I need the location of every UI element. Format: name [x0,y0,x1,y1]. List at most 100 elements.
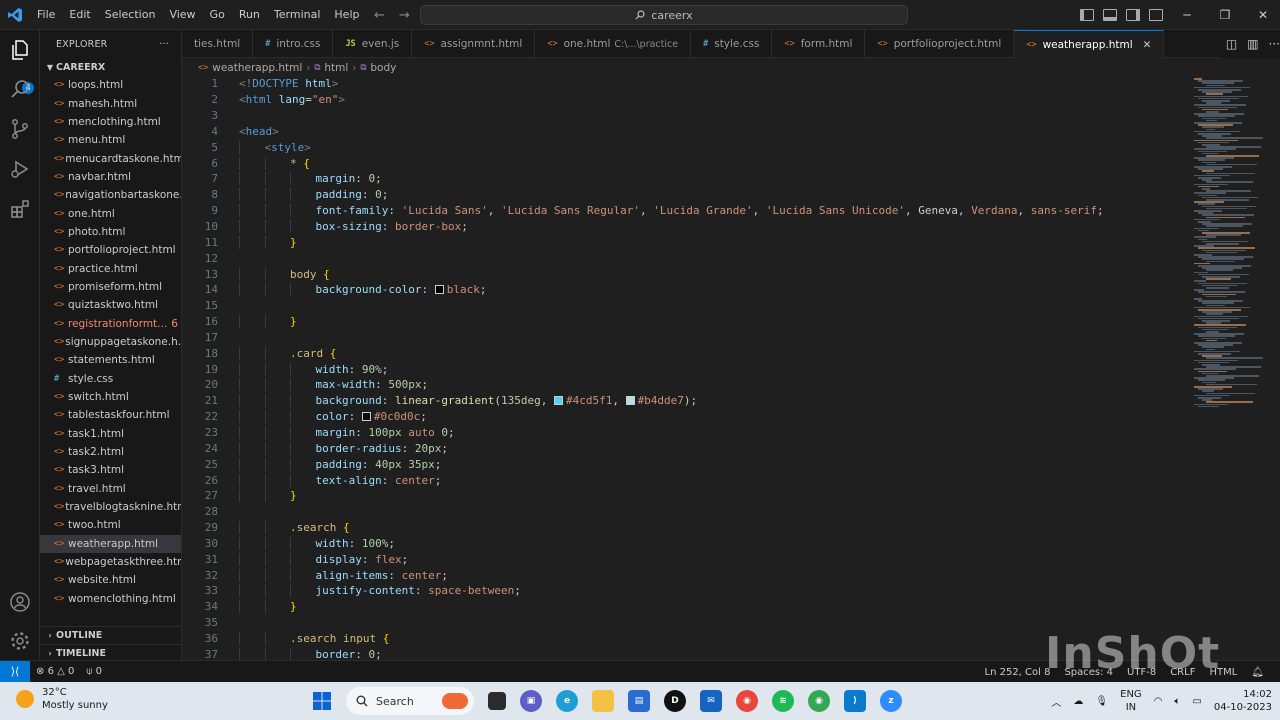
language-mode[interactable]: HTML [1203,667,1243,678]
encoding[interactable]: UTF-8 [1121,667,1162,678]
extensions-icon[interactable] [8,197,32,221]
file-item[interactable]: <> travel.html [40,480,181,498]
teams-icon[interactable]: ▣ [520,690,542,712]
file-item[interactable]: <> weatherapp.html [40,534,181,553]
settings-gear-icon[interactable] [8,629,32,653]
file-item[interactable]: # style.css [40,370,181,388]
file-item[interactable]: <> task2.html [40,443,181,461]
chrome-icon[interactable]: ◉ [736,690,758,712]
tab-assignmnt-html[interactable]: <> assignmnt.html [412,30,536,58]
restore-icon[interactable]: ❐ [1206,8,1244,22]
problems-indicator[interactable]: ⊗ 6 △ 0 [30,666,80,677]
explorer-icon[interactable] [8,38,32,62]
file-item[interactable]: <> statements.html [40,351,181,369]
file-item[interactable]: <> navbar.html [40,168,181,186]
windows-start-icon[interactable] [312,691,332,711]
menu-run[interactable]: Run [232,0,267,30]
back-arrow-icon[interactable]: ← [374,8,385,23]
command-center[interactable]: careerx [420,5,908,25]
breadcrumb-item[interactable]: weatherapp.html [212,62,302,74]
task-view-icon[interactable] [488,692,506,710]
more-editor-actions-icon[interactable]: ··· [1269,37,1280,51]
menu-selection[interactable]: Selection [98,0,163,30]
dell-icon[interactable]: D [664,690,686,712]
zoom-icon[interactable]: z [880,690,902,712]
file-item[interactable]: <> photo.html [40,223,181,241]
tab-intro-css[interactable]: # intro.css [253,30,334,58]
search-icon[interactable] [8,77,32,101]
split-editor-icon[interactable]: ▥ [1247,37,1258,51]
more-actions-icon[interactable]: ··· [159,39,169,50]
file-item[interactable]: <> promiseform.html [40,278,181,296]
outline-section[interactable]: › OUTLINE [40,626,181,644]
color-swatch[interactable] [361,412,371,422]
forward-arrow-icon[interactable]: → [399,8,410,23]
edge-icon[interactable]: e [556,690,578,712]
accounts-icon[interactable] [8,590,32,614]
tab-style-css[interactable]: # style.css [691,30,773,58]
microphone-icon[interactable]: 🎙︎ [1095,696,1108,707]
store-icon[interactable]: ▤ [628,690,650,712]
breadcrumb-item[interactable]: html [324,62,348,74]
spotify-icon[interactable]: ≋ [772,690,794,712]
taskbar-search[interactable]: Search [346,687,474,715]
tab-form-html[interactable]: <> form.html [772,30,866,58]
toggle-secondary-sidebar-icon[interactable] [1126,9,1140,21]
file-item[interactable]: <> travelblogtasknine.html [40,498,181,516]
end-of-line[interactable]: CRLF [1164,667,1201,678]
tab-ties-html[interactable]: ties.html [182,30,254,58]
color-swatch[interactable] [625,396,635,406]
file-explorer-icon[interactable] [592,690,614,712]
file-item[interactable]: <> mahesh.html [40,94,181,112]
toggle-sidebar-icon[interactable] [1080,9,1094,21]
file-item[interactable]: <> menclothing.html [40,113,181,131]
file-item[interactable]: <> one.html [40,204,181,222]
menu-help[interactable]: Help [327,0,366,30]
close-window-icon[interactable]: ✕ [1244,8,1280,22]
file-item[interactable]: <> menu.html [40,131,181,149]
file-item[interactable]: <> switch.html [40,388,181,406]
menu-view[interactable]: View [162,0,202,30]
vscode-taskbar-icon[interactable]: ⟩ [844,690,866,712]
language-indicator[interactable]: ENG IN [1120,688,1142,714]
file-item[interactable]: <> quiztasktwo.html [40,296,181,314]
close-tab-icon[interactable]: ✕ [1143,39,1152,51]
remote-indicator-icon[interactable]: ⟩⟨ [0,660,30,683]
timeline-section[interactable]: › TIMELINE [40,644,181,660]
minimize-icon[interactable]: ─ [1168,8,1206,22]
indentation[interactable]: Spaces: 4 [1058,667,1119,678]
file-item[interactable]: <> menucardtaskone.html [40,149,181,167]
minimap[interactable] [1192,76,1270,660]
open-preview-icon[interactable]: ◫ [1226,37,1237,51]
customize-layout-icon[interactable] [1149,9,1163,21]
chrome-profile-icon[interactable]: ◉ [808,690,830,712]
file-item[interactable]: <> portfolioproject.html [40,241,181,259]
menu-file[interactable]: File [30,0,62,30]
cursor-position[interactable]: Ln 252, Col 8 [979,667,1057,678]
ports-indicator[interactable]: ⍦ 0 [80,666,108,677]
menu-terminal[interactable]: Terminal [267,0,328,30]
tab-one-html[interactable]: <> one.html C:\...\practice [535,30,692,58]
file-item[interactable]: <> signuppagetaskone.h... [40,333,181,351]
clock[interactable]: 14:02 04-10-2023 [1214,688,1272,714]
file-item[interactable]: <> registrationformt... 6 [40,314,181,332]
weather-widget[interactable]: 32°C Mostly sunny [16,686,108,712]
toggle-panel-icon[interactable] [1103,9,1117,21]
file-item[interactable]: <> website.html [40,571,181,589]
menu-go[interactable]: Go [203,0,232,30]
source-control-icon[interactable] [8,117,32,141]
tab-even-js[interactable]: JS even.js [333,30,413,58]
file-item[interactable]: <> task1.html [40,425,181,443]
tab-portfolioproject-html[interactable]: <> portfolioproject.html [865,30,1015,58]
run-debug-icon[interactable] [8,157,32,181]
wifi-icon[interactable]: ◠ [1154,696,1163,707]
file-item[interactable]: <> loops.html [40,76,181,94]
battery-icon[interactable]: ▭ [1192,696,1201,707]
workspace-folder[interactable]: ▼ CAREERX [40,58,181,76]
volume-icon[interactable]: 🔈︎ [1174,696,1180,707]
mail-icon[interactable]: ✉ [700,690,722,712]
code-editor[interactable]: 1 <!DOCTYPE html> 2 <html lang="en"> 3 4 <head… [182,76,1192,660]
file-item[interactable]: <> practice.html [40,259,181,277]
onedrive-icon[interactable]: ☁ [1073,696,1083,707]
file-item[interactable]: <> navigationbartaskone.... [40,186,181,204]
